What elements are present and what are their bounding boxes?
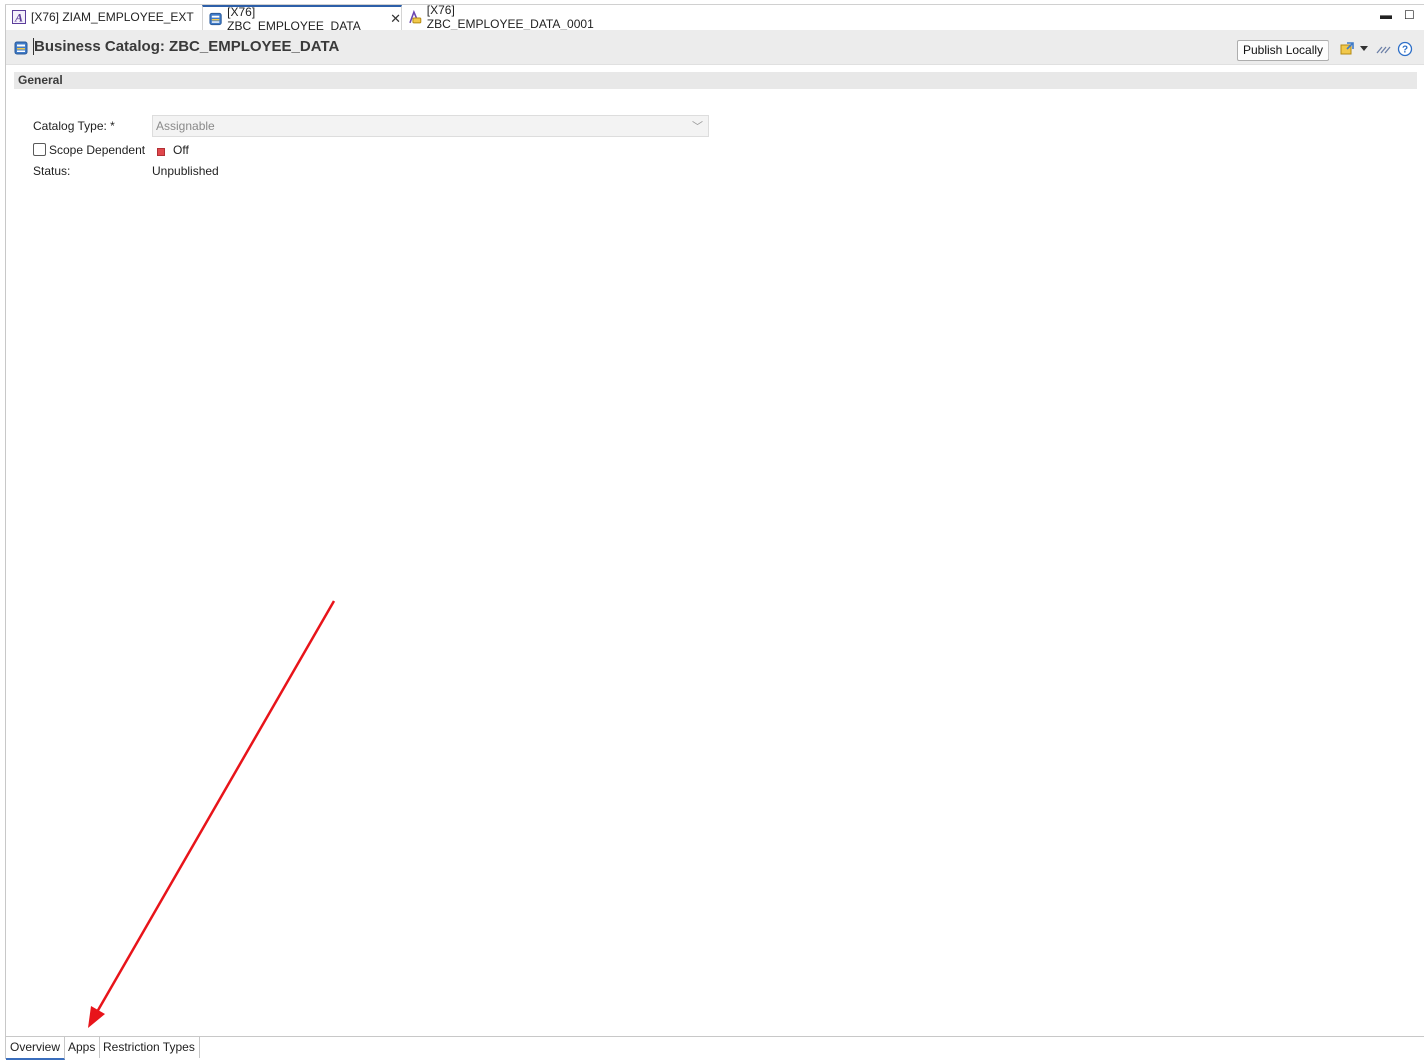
annotation-arrow xyxy=(88,600,336,1028)
tab-restriction-types[interactable]: Restriction Types xyxy=(99,1037,200,1058)
tab-apps[interactable]: Apps xyxy=(64,1037,101,1058)
editor-window: A [X76] ZIAM_EMPLOYEE_EXT [X76] ZBC_EMPL… xyxy=(0,0,1424,1060)
tab-overview[interactable]: Overview xyxy=(6,1037,66,1060)
editor-page-tabs: Overview Apps Restriction Types xyxy=(6,1036,1424,1060)
